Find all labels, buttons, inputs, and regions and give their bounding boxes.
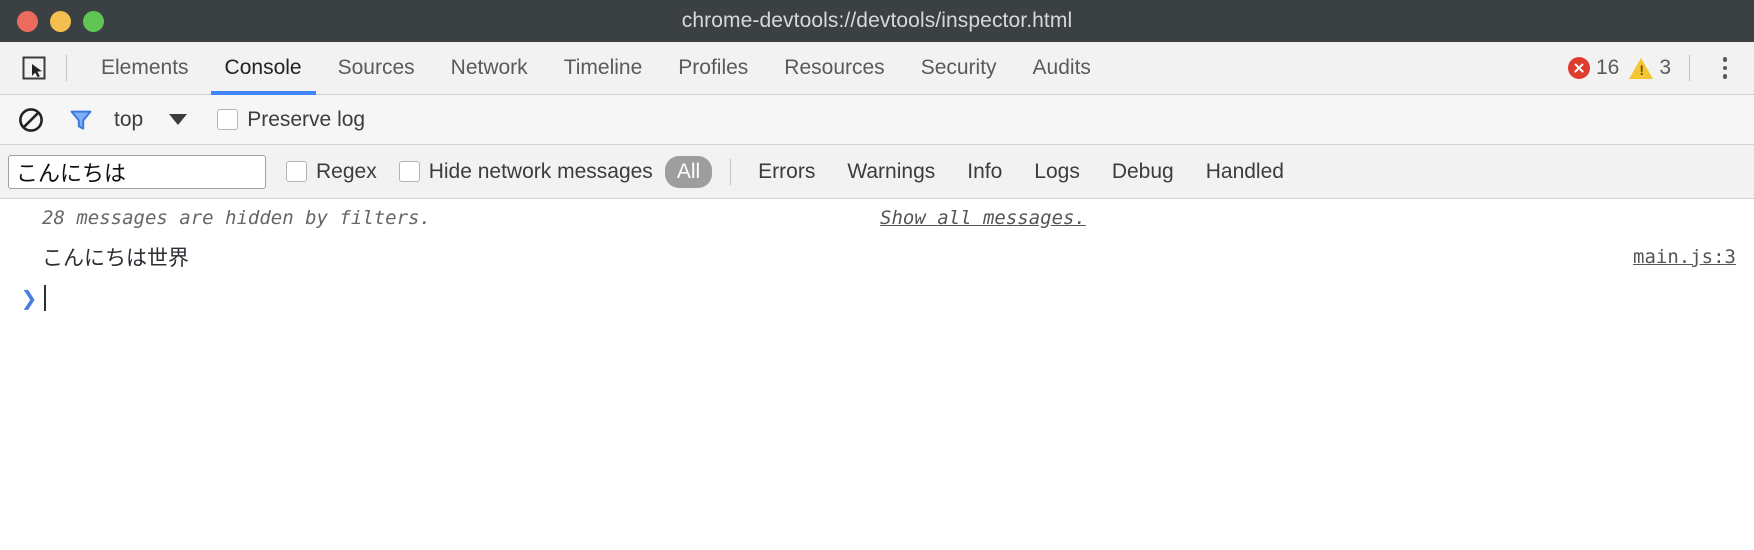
- console-filter-bar: Regex Hide network messages All Errors W…: [0, 145, 1754, 199]
- prompt-text-caret: [44, 285, 46, 311]
- level-filter-logs[interactable]: Logs: [1023, 156, 1091, 188]
- devtools-tabbar: Elements Console Sources Network Timelin…: [0, 42, 1754, 95]
- maximize-window-button[interactable]: [83, 10, 104, 32]
- level-filter-errors[interactable]: Errors: [747, 156, 826, 188]
- tab-audits[interactable]: Audits: [1015, 42, 1109, 95]
- level-filter-warnings[interactable]: Warnings: [836, 156, 946, 188]
- level-filter-info[interactable]: Info: [956, 156, 1013, 188]
- warning-counter[interactable]: ! 3: [1629, 56, 1671, 80]
- tab-timeline[interactable]: Timeline: [546, 42, 661, 95]
- console-message-text: こんにちは世界: [42, 246, 189, 270]
- hide-network-label: Hide network messages: [428, 159, 653, 183]
- console-filter-input[interactable]: [8, 154, 266, 189]
- warning-triangle-icon: !: [1629, 57, 1654, 79]
- console-message-source-link[interactable]: main.js:3: [1633, 246, 1736, 268]
- clear-console-icon[interactable]: [14, 103, 48, 137]
- window-title: chrome-devtools://devtools/inspector.htm…: [681, 9, 1073, 32]
- inspect-element-icon[interactable]: [16, 50, 52, 86]
- level-filter-debug[interactable]: Debug: [1101, 156, 1185, 188]
- window-titlebar: chrome-devtools://devtools/inspector.htm…: [0, 0, 1754, 42]
- devtools-window: chrome-devtools://devtools/inspector.htm…: [0, 0, 1754, 550]
- preserve-log-label: Preserve log: [247, 107, 366, 131]
- level-filter-all[interactable]: All: [664, 155, 713, 188]
- show-all-messages-link[interactable]: Show all messages.: [880, 207, 1086, 229]
- tab-list: Elements Console Sources Network Timelin…: [83, 42, 1109, 95]
- execution-context-label: top: [114, 107, 144, 131]
- tab-resources[interactable]: Resources: [766, 42, 902, 95]
- hidden-messages-banner: 28 messages are hidden by filters. Show …: [0, 199, 1754, 237]
- error-circle-icon: [1567, 57, 1590, 79]
- minimize-window-button[interactable]: [50, 10, 71, 32]
- tab-elements[interactable]: Elements: [83, 42, 207, 95]
- vertical-dots-icon[interactable]: [1710, 50, 1740, 86]
- console-message-row[interactable]: こんにちは世界 main.js:3: [0, 237, 1754, 277]
- console-toolbar: top Preserve log: [0, 95, 1754, 145]
- tab-network[interactable]: Network: [433, 42, 546, 95]
- warning-count-label: 3: [1659, 56, 1671, 79]
- hidden-messages-label: 28 messages are hidden by filters.: [42, 207, 431, 229]
- dot: [1722, 65, 1728, 71]
- preserve-log-checkbox[interactable]: [217, 109, 239, 130]
- level-divider: [730, 158, 732, 185]
- window-controls: [17, 0, 104, 42]
- tabbar-status-area: 16 ! 3: [1558, 42, 1754, 95]
- execution-context-selector[interactable]: top: [114, 107, 188, 132]
- console-prompt-row[interactable]: ❯: [0, 277, 1754, 319]
- chevron-down-icon: [169, 114, 188, 125]
- hide-network-checkbox[interactable]: [398, 161, 420, 182]
- dot: [1722, 74, 1728, 79]
- tab-console[interactable]: Console: [207, 42, 320, 95]
- tab-security[interactable]: Security: [903, 42, 1015, 95]
- console-output[interactable]: 28 messages are hidden by filters. Show …: [0, 199, 1754, 550]
- tab-profiles[interactable]: Profiles: [660, 42, 766, 95]
- filter-funnel-icon[interactable]: [64, 103, 98, 137]
- regex-checkbox[interactable]: [286, 161, 307, 182]
- status-divider: [1689, 55, 1690, 81]
- log-level-filters: All Errors Warnings Info Logs Debug Hand…: [664, 155, 1305, 188]
- preserve-log-toggle[interactable]: Preserve log: [217, 108, 365, 132]
- error-counter[interactable]: 16: [1567, 56, 1620, 80]
- tabbar-divider: [66, 55, 67, 81]
- regex-label: Regex: [316, 159, 377, 183]
- hide-network-messages-toggle[interactable]: Hide network messages: [398, 159, 653, 184]
- tab-sources[interactable]: Sources: [320, 42, 433, 95]
- prompt-chevron-icon: ❯: [20, 286, 38, 310]
- close-window-button[interactable]: [17, 10, 38, 32]
- warning-exclamation-glyph: !: [1639, 61, 1644, 78]
- level-filter-handled[interactable]: Handled: [1195, 156, 1295, 188]
- error-count-label: 16: [1595, 56, 1620, 79]
- dot: [1722, 57, 1728, 62]
- regex-toggle[interactable]: Regex: [286, 160, 377, 184]
